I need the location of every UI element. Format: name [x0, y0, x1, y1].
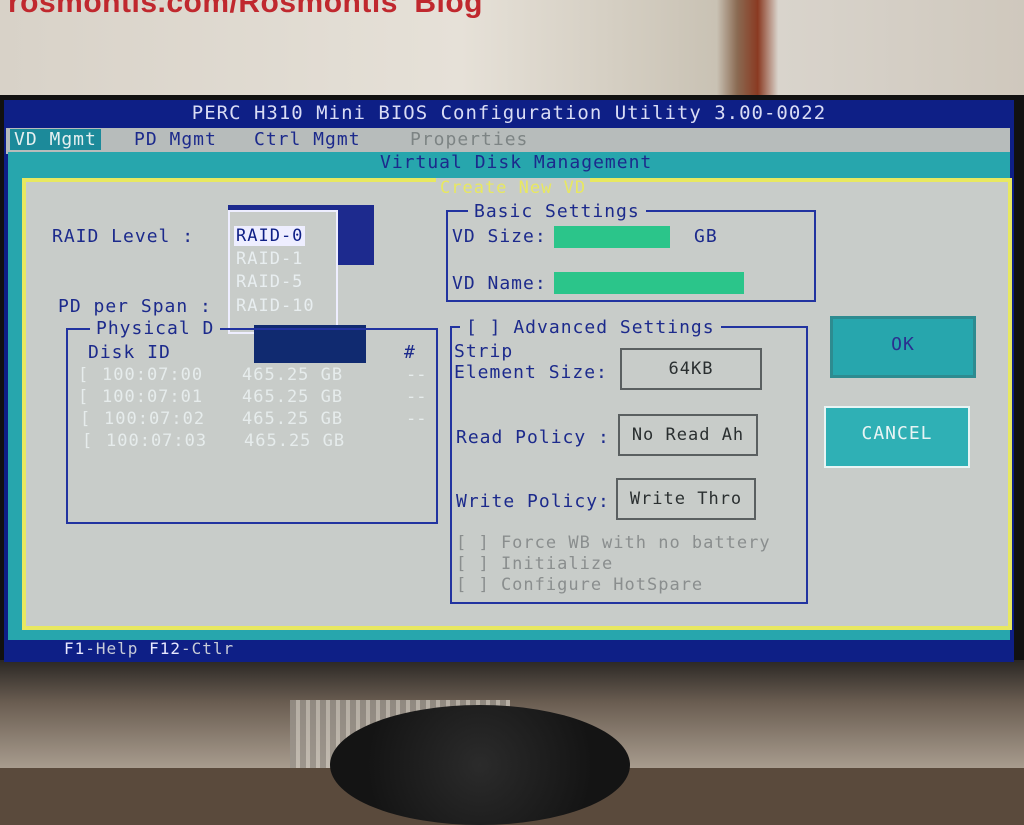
raid-option-0[interactable]: RAID-0: [234, 226, 306, 246]
disk-id: 100:07:03: [106, 431, 208, 451]
disk-id: 100:07:01: [102, 387, 204, 407]
disk-num: --: [406, 387, 427, 407]
force-wb-checkbox[interactable]: [ ] Force WB with no battery: [456, 533, 771, 553]
cancel-button[interactable]: CANCEL: [824, 406, 970, 468]
vd-name-input[interactable]: [554, 272, 744, 294]
hotspare-checkbox[interactable]: [ ] Configure HotSpare: [456, 575, 703, 595]
disk-size: 465.25 GB: [242, 365, 344, 385]
element-size-label: Element Size:: [454, 362, 608, 383]
basic-settings-title: Basic Settings: [468, 201, 646, 222]
vd-size-label: VD Size:: [452, 226, 547, 247]
strip-label: Strip: [454, 341, 514, 362]
disk-checkbox[interactable]: [: [80, 409, 91, 429]
ok-button[interactable]: OK: [830, 316, 976, 378]
disk-size: 465.25 GB: [242, 409, 344, 429]
pd-per-span-label: PD per Span :: [58, 296, 212, 317]
disk-id: 100:07:02: [104, 409, 206, 429]
disk-id: 100:07:00: [102, 365, 204, 385]
vd-size-input[interactable]: [554, 226, 670, 248]
disk-num: --: [406, 365, 427, 385]
physical-disks-title: Physical D: [90, 318, 221, 339]
app-title: PERC H310 Mini BIOS Configuration Utilit…: [191, 102, 827, 124]
f1-text: -Help: [85, 639, 150, 658]
raid-option-5[interactable]: RAID-5: [236, 272, 303, 292]
tab-ctrl-mgmt[interactable]: Ctrl Mgmt: [254, 129, 361, 150]
panel-title: Virtual Disk Management: [380, 152, 653, 173]
tab-vd-mgmt[interactable]: VD Mgmt: [10, 129, 101, 150]
write-policy-label: Write Policy:: [456, 491, 610, 512]
raid-level-dropdown[interactable]: RAID-0 RAID-1 RAID-5 RAID-10: [228, 210, 338, 334]
disk-checkbox[interactable]: [: [78, 365, 89, 385]
f1-key: F1: [64, 639, 86, 658]
tab-properties[interactable]: Properties: [410, 129, 528, 150]
disk-size: 465.25 GB: [244, 431, 346, 451]
disk-size: 465.25 GB: [242, 387, 344, 407]
tab-pd-mgmt[interactable]: PD Mgmt: [134, 129, 217, 150]
disk-num: --: [406, 409, 427, 429]
vd-name-label: VD Name:: [452, 273, 547, 294]
disk-checkbox[interactable]: [: [82, 431, 93, 451]
dialog-title: Create New VD: [436, 178, 591, 198]
strip-size-select[interactable]: 64KB: [620, 348, 762, 390]
f12-text: -Ctlr: [180, 639, 235, 658]
write-policy-select[interactable]: Write Thro: [616, 478, 756, 520]
disk-hash-header: #: [404, 342, 416, 363]
disk-checkbox[interactable]: [: [78, 387, 89, 407]
raid-option-1[interactable]: RAID-1: [236, 249, 303, 269]
f12-key: F12: [149, 639, 181, 658]
watermark: rosmontis.com/Rosmontis' Blog: [8, 0, 484, 19]
fan: [330, 705, 630, 825]
raid-level-label: RAID Level :: [52, 226, 195, 247]
read-policy-label: Read Policy :: [456, 427, 610, 448]
read-policy-select[interactable]: No Read Ah: [618, 414, 758, 456]
advanced-settings-checkbox[interactable]: [ ] Advanced Settings: [460, 317, 721, 338]
status-help: F1-Help F12-Ctlr: [64, 639, 234, 658]
disk-id-header: Disk ID: [88, 342, 171, 363]
raid-option-10[interactable]: RAID-10: [236, 296, 315, 316]
initialize-checkbox[interactable]: [ ] Initialize: [456, 554, 613, 574]
vd-size-unit: GB: [694, 226, 718, 247]
